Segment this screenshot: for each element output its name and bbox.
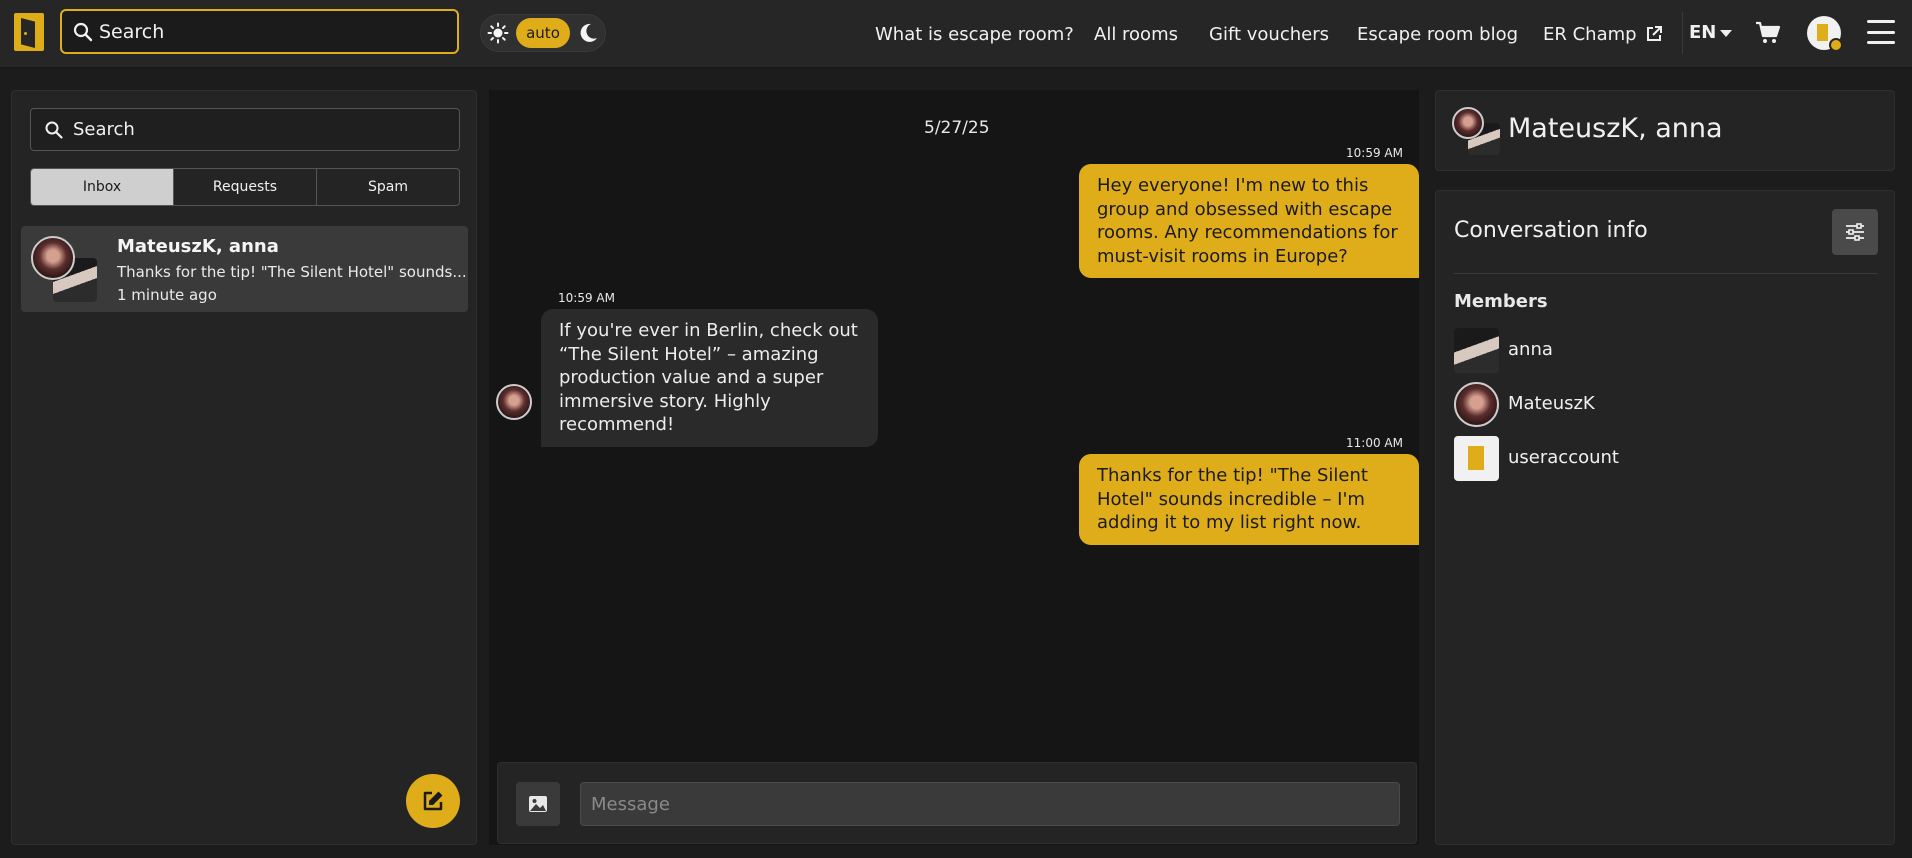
nav-er-champ[interactable]: ER Champ — [1543, 0, 1663, 68]
group-avatar — [1452, 107, 1500, 155]
search-icon — [73, 22, 93, 42]
group-avatar — [31, 236, 99, 302]
nav-gift-vouchers[interactable]: Gift vouchers — [1209, 0, 1329, 68]
language-code: EN — [1689, 22, 1717, 43]
conversation-header: MateuszK, anna — [1435, 90, 1895, 171]
conversation-info-panel: Conversation info Members anna MateuszK … — [1435, 190, 1895, 845]
nav-what-is-escape-room[interactable]: What is escape room? — [875, 0, 1074, 68]
member-anna[interactable]: anna — [1454, 328, 1878, 374]
conversation-search-input[interactable] — [73, 119, 443, 140]
avatar-mateuszk — [496, 384, 532, 420]
tab-inbox[interactable]: Inbox — [31, 169, 174, 205]
tab-spam[interactable]: Spam — [317, 169, 459, 205]
nav-divider — [1682, 12, 1683, 54]
members-heading: Members — [1454, 291, 1548, 312]
nav-link[interactable]: ER Champ — [1543, 24, 1637, 45]
attach-image-button[interactable] — [516, 782, 560, 826]
language-selector[interactable]: EN — [1689, 22, 1733, 43]
site-logo[interactable] — [14, 13, 44, 51]
chevron-down-icon — [1720, 30, 1733, 37]
external-link-icon — [1645, 25, 1663, 43]
divider — [1454, 273, 1878, 274]
avatar-mateuszk — [1454, 382, 1499, 427]
sun-icon[interactable] — [487, 22, 509, 44]
cart-icon[interactable] — [1755, 21, 1781, 45]
top-bar: auto What is escape room? All rooms Gift… — [0, 0, 1912, 68]
search-icon — [45, 121, 63, 139]
nav-link[interactable]: Gift vouchers — [1209, 24, 1329, 45]
avatar-mateuszk — [1452, 107, 1484, 139]
conversation-name: MateuszK, anna — [117, 236, 279, 257]
message-time: 10:59 AM — [558, 291, 615, 305]
global-search[interactable] — [60, 9, 459, 54]
conversation-title: MateuszK, anna — [1508, 113, 1723, 144]
message-bubble-incoming: If you're ever in Berlin, check out “The… — [541, 309, 878, 447]
conversation-item[interactable]: MateuszK, anna Thanks for the tip! "The … — [21, 226, 468, 312]
conversation-preview: Thanks for the tip! "The Silent Hotel" s… — [117, 263, 467, 281]
avatar-anna — [1454, 328, 1499, 373]
message-time: 11:00 AM — [1346, 436, 1403, 450]
compose-icon — [421, 789, 445, 813]
member-name: MateuszK — [1508, 393, 1595, 414]
message-time: 10:59 AM — [1346, 146, 1403, 160]
member-name: useraccount — [1508, 447, 1619, 468]
nav-all-rooms[interactable]: All rooms — [1094, 0, 1178, 68]
nav-link[interactable]: What is escape room? — [875, 24, 1074, 45]
conversation-list-panel: Inbox Requests Spam MateuszK, anna Thank… — [11, 90, 477, 845]
conversation-time: 1 minute ago — [117, 286, 217, 304]
theme-toggle[interactable]: auto — [480, 14, 606, 52]
theme-auto-option[interactable]: auto — [516, 18, 570, 48]
nav-link[interactable]: All rooms — [1094, 24, 1178, 45]
message-input[interactable] — [580, 782, 1400, 826]
moon-icon[interactable] — [577, 22, 599, 44]
avatar-mateuszk — [31, 236, 75, 280]
member-useraccount[interactable]: useraccount — [1454, 436, 1878, 482]
menu-icon[interactable] — [1867, 20, 1895, 44]
date-divider: 5/27/25 — [924, 118, 990, 138]
message-bubble-outgoing: Thanks for the tip! "The Silent Hotel" s… — [1079, 454, 1419, 545]
new-message-button[interactable] — [406, 774, 460, 828]
nav-escape-room-blog[interactable]: Escape room blog — [1357, 0, 1518, 68]
message-bubble-outgoing: Hey everyone! I'm new to this group and … — [1079, 164, 1419, 278]
conversation-settings-button[interactable] — [1832, 209, 1878, 255]
status-dot — [1829, 38, 1843, 52]
conversation-search[interactable] — [30, 108, 460, 151]
image-icon — [528, 795, 548, 813]
message-composer — [497, 762, 1417, 844]
user-avatar[interactable] — [1807, 16, 1843, 52]
tab-requests[interactable]: Requests — [174, 169, 317, 205]
member-mateuszk[interactable]: MateuszK — [1454, 382, 1878, 428]
conversation-info-title: Conversation info — [1454, 218, 1648, 243]
member-name: anna — [1508, 339, 1553, 360]
global-search-input[interactable] — [99, 20, 439, 43]
chat-panel: 5/27/25 10:59 AM Hey everyone! I'm new t… — [489, 90, 1419, 845]
sliders-icon — [1845, 223, 1865, 241]
inbox-tabs: Inbox Requests Spam — [30, 168, 460, 206]
avatar-useraccount — [1454, 436, 1499, 481]
nav-link[interactable]: Escape room blog — [1357, 24, 1518, 45]
